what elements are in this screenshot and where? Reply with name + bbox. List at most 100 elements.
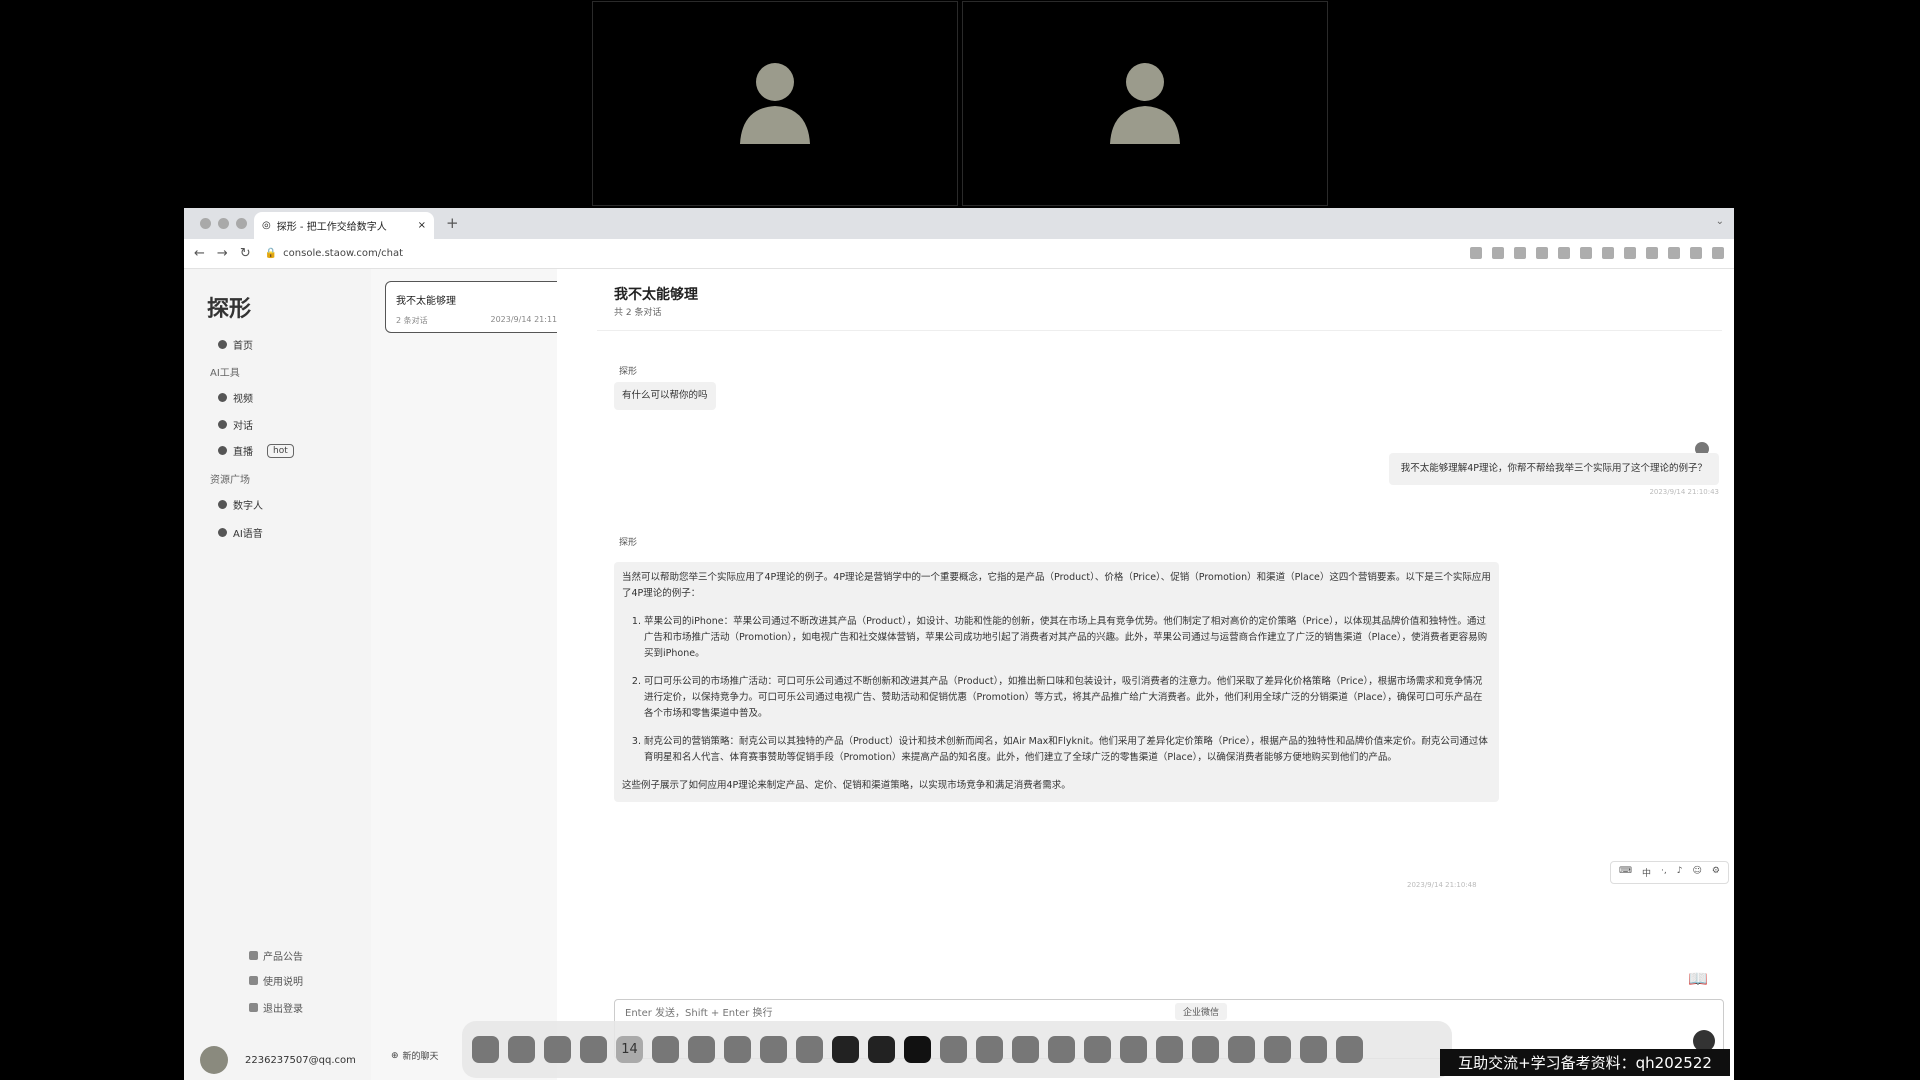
window-controls[interactable]	[200, 218, 247, 229]
sidebar-item-live[interactable]: 直播 hot	[218, 443, 294, 458]
search-icon[interactable]	[1120, 1036, 1147, 1063]
reminders-icon[interactable]	[940, 1036, 967, 1063]
facetime-icon[interactable]	[688, 1036, 715, 1063]
new-chat-button[interactable]: ⊕ 新的聊天	[391, 1049, 439, 1063]
extension-icon[interactable]	[1580, 247, 1592, 259]
safari-icon[interactable]	[580, 1036, 607, 1063]
browser-tab[interactable]: ◎ 探形 - 把工作交给数字人 ×	[254, 212, 434, 239]
video-tile-1	[592, 1, 958, 206]
toolbar-item[interactable]: 中	[1642, 866, 1651, 879]
chat-title: 我不太能够理	[614, 287, 698, 303]
extension-icon[interactable]	[1602, 247, 1614, 259]
photos-icon[interactable]	[1192, 1036, 1219, 1063]
toolbar-item[interactable]: ⚙	[1712, 866, 1720, 879]
minimize-dot[interactable]	[218, 218, 229, 229]
new-tab-button[interactable]: +	[446, 214, 459, 232]
utility-icon[interactable]	[1264, 1036, 1291, 1063]
guide-link[interactable]: 使用说明	[249, 973, 303, 988]
puzzle-icon[interactable]	[1646, 247, 1658, 259]
sidebar-item-digital-human[interactable]: 数字人	[218, 497, 263, 512]
app-sidebar: 探形 首页 AI工具 视频 对话 直播 hot 资源广场 数字人 AI语音 产品公…	[184, 269, 371, 1080]
speaker-icon	[218, 528, 227, 537]
share-icon[interactable]	[1492, 247, 1504, 259]
avatar[interactable]	[200, 1046, 228, 1074]
finder-icon[interactable]	[472, 1036, 499, 1063]
calendar-icon[interactable]: 14	[616, 1036, 643, 1063]
sidebar-item-ai-voice[interactable]: AI语音	[218, 525, 263, 540]
close-tab-icon[interactable]: ×	[418, 220, 426, 231]
notes-icon[interactable]	[652, 1036, 679, 1063]
promo-banner: 互助交流+学习备考资料：qh202522	[1440, 1049, 1730, 1076]
back-icon[interactable]: ←	[194, 246, 205, 261]
folder-icon[interactable]	[1300, 1036, 1327, 1063]
wechat-icon[interactable]	[1228, 1036, 1255, 1063]
list-item: 苹果公司的iPhone：苹果公司通过不断改进其产品（Product），如设计、功…	[644, 614, 1491, 662]
wechat-icon[interactable]	[976, 1036, 1003, 1063]
book-icon[interactable]: 📖	[1688, 969, 1708, 988]
answer-list: 苹果公司的iPhone：苹果公司通过不断改进其产品（Product），如设计、功…	[622, 614, 1491, 766]
bot-name: 探形	[619, 538, 638, 548]
keyboard-icon[interactable]: ⌨	[1619, 866, 1632, 879]
url-field[interactable]: 🔒 console.staow.com/chat	[265, 248, 403, 259]
lock-icon: 🔒	[264, 248, 278, 259]
video-tile-2	[962, 1, 1328, 206]
toolbar-item[interactable]: ☺	[1693, 866, 1702, 879]
translate-icon[interactable]	[1470, 247, 1482, 259]
toolbar-item[interactable]: ♪	[1677, 866, 1683, 879]
url-text: console.staow.com/chat	[283, 248, 403, 259]
browser-window: ◎ 探形 - 把工作交给数字人 × + ⌄ ← → ↻ 🔒 console.st…	[184, 208, 1734, 1080]
trash-icon[interactable]	[1336, 1036, 1363, 1063]
forward-icon[interactable]: →	[217, 246, 228, 261]
wps-icon[interactable]	[1048, 1036, 1075, 1063]
announcement-icon	[249, 951, 258, 960]
logout-icon	[249, 1003, 258, 1012]
settings-icon[interactable]	[724, 1036, 751, 1063]
app-store-icon[interactable]	[760, 1036, 787, 1063]
section-resources: 资源广场	[210, 475, 250, 486]
globe-icon: ◎	[262, 220, 271, 231]
chat-panel: 我不太能够理 共 2 条对话 探形 有什么可以帮你的吗 我不太能够理解4P理论，…	[557, 269, 1734, 1080]
chatgpt-icon[interactable]	[796, 1036, 823, 1063]
tv-icon[interactable]	[868, 1036, 895, 1063]
enterprise-wechat-button[interactable]: 企业微信	[1175, 1003, 1228, 1020]
conversation-item[interactable]: 我不太能够理 2 条对话 2023/9/14 21:11:22	[385, 281, 581, 333]
profile-icon[interactable]	[1690, 247, 1702, 259]
home-icon	[218, 340, 227, 349]
pen-icon[interactable]	[1156, 1036, 1183, 1063]
person-placeholder-icon	[1110, 63, 1180, 144]
answer-intro: 当然可以帮助您举三个实际应用了4P理论的例子。4P理论是营销学中的一个重要概念，…	[622, 572, 1491, 599]
zoom-dot[interactable]	[236, 218, 247, 229]
macos-dock: 14	[462, 1021, 1452, 1078]
tab-bar: ◎ 探形 - 把工作交给数字人 × + ⌄	[184, 208, 1734, 239]
user-email: 2236237507@qq.com	[245, 1055, 356, 1066]
divider	[597, 330, 1722, 331]
extension-icons	[1470, 247, 1724, 259]
close-dot[interactable]	[200, 218, 211, 229]
bot-answer-bubble: 当然可以帮助您举三个实际应用了4P理论的例子。4P理论是营销学中的一个重要概念，…	[614, 562, 1499, 802]
star-icon[interactable]	[1514, 247, 1526, 259]
apps-grid-icon[interactable]	[544, 1036, 571, 1063]
extension-icon[interactable]	[1558, 247, 1570, 259]
extension-icon[interactable]	[1624, 247, 1636, 259]
tab-list-icon[interactable]: ⌄	[1716, 216, 1724, 227]
section-ai-tools: AI工具	[210, 368, 240, 379]
announcement-link[interactable]: 产品公告	[249, 948, 303, 963]
logout-link[interactable]: 退出登录	[249, 1000, 303, 1015]
toolbar-item[interactable]: ·,	[1661, 866, 1667, 879]
launchpad-icon[interactable]	[508, 1036, 535, 1063]
app-logo: 探形	[207, 296, 252, 322]
chrome-icon[interactable]	[1084, 1036, 1111, 1063]
hot-badge: hot	[267, 443, 294, 458]
sidebar-icon[interactable]	[1668, 247, 1680, 259]
terminal-icon[interactable]	[832, 1036, 859, 1063]
tab-title: 探形 - 把工作交给数字人	[276, 222, 387, 233]
bot-name: 探形	[619, 367, 638, 377]
reload-icon[interactable]: ↻	[240, 246, 251, 261]
apple-tv-icon[interactable]	[904, 1036, 931, 1063]
sidebar-item-home[interactable]: 首页	[218, 337, 253, 352]
extension-icon[interactable]	[1536, 247, 1548, 259]
sidebar-item-dialog[interactable]: 对话	[218, 417, 253, 432]
menu-icon[interactable]	[1712, 247, 1724, 259]
sidebar-item-video[interactable]: 视频	[218, 390, 253, 405]
tencent-meeting-icon[interactable]	[1012, 1036, 1039, 1063]
